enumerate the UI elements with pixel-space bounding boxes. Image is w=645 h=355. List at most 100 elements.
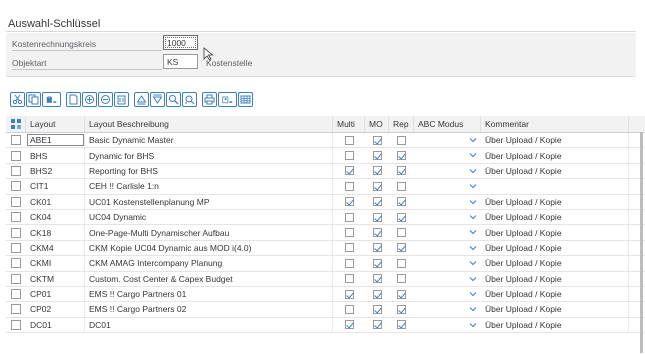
abc-mode-dropdown[interactable] bbox=[414, 287, 481, 301]
row-select-checkbox[interactable] bbox=[11, 150, 21, 161]
find-icon[interactable] bbox=[166, 92, 181, 107]
column-header-multi[interactable]: Multi bbox=[333, 116, 365, 132]
row-select-checkbox[interactable] bbox=[11, 319, 21, 330]
layout-cell[interactable]: BHS2 bbox=[26, 163, 85, 179]
mo-checkbox[interactable] bbox=[372, 212, 382, 222]
mo-checkbox[interactable] bbox=[372, 258, 382, 268]
abc-mode-dropdown[interactable] bbox=[414, 179, 481, 193]
multi-checkbox[interactable] bbox=[344, 166, 354, 176]
vertical-scrollbar[interactable] bbox=[640, 132, 643, 353]
rep-checkbox[interactable] bbox=[397, 181, 406, 191]
multi-checkbox[interactable] bbox=[344, 212, 354, 222]
abc-mode-dropdown[interactable] bbox=[414, 272, 481, 286]
layout-cell[interactable]: CP01 bbox=[26, 286, 85, 302]
comment-cell[interactable]: Über Upload / Kopie bbox=[481, 133, 629, 148]
comment-cell[interactable]: Über Upload / Kopie bbox=[481, 240, 629, 256]
multi-checkbox[interactable] bbox=[344, 151, 354, 161]
layout-cell[interactable]: CK01 bbox=[26, 194, 85, 209]
mo-checkbox[interactable] bbox=[372, 289, 382, 299]
multi-checkbox[interactable] bbox=[344, 197, 354, 207]
comment-cell[interactable]: Über Upload / Kopie bbox=[481, 148, 629, 163]
layout-cell[interactable]: CP02 bbox=[26, 302, 85, 317]
table-row[interactable]: CP02 EMS !! Cargo Partners 02 Über Upload … bbox=[6, 302, 645, 318]
mo-checkbox[interactable] bbox=[372, 197, 382, 207]
row-select-checkbox[interactable] bbox=[11, 181, 21, 192]
rep-checkbox[interactable] bbox=[397, 228, 406, 238]
description-cell[interactable]: Dynamic for BHS bbox=[85, 148, 333, 163]
table-row[interactable]: CKMI CKM AMAG Intercompany Planung Über Up… bbox=[6, 256, 645, 272]
mo-checkbox[interactable] bbox=[372, 228, 382, 238]
copy-icon[interactable] bbox=[26, 92, 41, 107]
description-cell[interactable]: CEH !! Carlisle 1:n bbox=[85, 179, 333, 194]
insert-row-icon[interactable] bbox=[98, 92, 113, 107]
layout-cell[interactable]: CKTM bbox=[26, 271, 85, 286]
layout-cell[interactable]: CKMI bbox=[26, 256, 85, 271]
layout-cell[interactable]: ABE1 bbox=[26, 133, 85, 148]
layout-cell[interactable]: CKM4 bbox=[26, 240, 85, 256]
comment-cell[interactable]: Über Upload / Kopie bbox=[481, 256, 629, 271]
description-cell[interactable]: DC01 bbox=[85, 317, 333, 333]
row-select-checkbox[interactable] bbox=[11, 196, 21, 207]
table-row[interactable]: CP01 EMS !! Cargo Partners 01 Über Upload … bbox=[6, 286, 645, 303]
description-cell[interactable]: EMS !! Cargo Partners 02 bbox=[85, 302, 333, 317]
column-header-description[interactable]: Layout Beschreibung bbox=[85, 116, 333, 132]
mo-checkbox[interactable] bbox=[372, 320, 382, 330]
rep-checkbox[interactable] bbox=[397, 197, 406, 207]
row-select-checkbox[interactable] bbox=[11, 304, 21, 315]
rep-checkbox[interactable] bbox=[397, 212, 406, 222]
table-row[interactable]: CKM4 CKM Kopie UC04 Dynamic aus MOD i(4.0… bbox=[6, 240, 645, 257]
multi-checkbox[interactable] bbox=[344, 228, 354, 238]
multi-checkbox[interactable] bbox=[344, 258, 354, 268]
layout-cell[interactable]: CK04 bbox=[26, 209, 85, 225]
comment-cell[interactable]: Über Upload / Kopie bbox=[481, 225, 629, 240]
multi-checkbox[interactable] bbox=[344, 320, 354, 330]
table-row[interactable]: CKTM Custom. Cost Center & Capex Budget Üb… bbox=[6, 271, 645, 287]
table-row[interactable]: BHS Dynamic for BHS Über Upload / Kopie bbox=[6, 148, 645, 164]
table-row[interactable]: ABE1 Basic Dynamic Master Über Upload / Ko… bbox=[6, 133, 645, 149]
export-icon[interactable] bbox=[218, 92, 237, 107]
table-row[interactable]: BHS2 Reporting for BHS Über Upload / Kopie bbox=[6, 163, 645, 180]
rep-checkbox[interactable] bbox=[397, 166, 406, 176]
mo-checkbox[interactable] bbox=[372, 181, 382, 191]
rep-checkbox[interactable] bbox=[397, 304, 406, 314]
comment-cell[interactable]: Über Upload / Kopie bbox=[481, 163, 629, 179]
layout-cell[interactable]: DC01 bbox=[26, 317, 85, 333]
description-cell[interactable]: Reporting for BHS bbox=[85, 163, 333, 179]
mo-checkbox[interactable] bbox=[372, 274, 382, 284]
rep-checkbox[interactable] bbox=[397, 274, 406, 284]
rep-checkbox[interactable] bbox=[397, 258, 406, 268]
row-select-checkbox[interactable] bbox=[11, 227, 21, 238]
comment-cell[interactable] bbox=[481, 179, 629, 194]
row-select-checkbox[interactable] bbox=[11, 273, 21, 284]
layout-cell[interactable]: CIT1 bbox=[26, 179, 85, 194]
select-all-icon[interactable] bbox=[6, 116, 26, 132]
description-cell[interactable]: Custom. Cost Center & Capex Budget bbox=[85, 271, 333, 286]
paste-icon[interactable] bbox=[42, 92, 61, 107]
rep-checkbox[interactable] bbox=[397, 289, 406, 299]
sort-ascending-icon[interactable] bbox=[134, 92, 149, 107]
row-select-checkbox[interactable] bbox=[11, 289, 21, 300]
rep-checkbox[interactable] bbox=[397, 243, 406, 253]
abc-mode-dropdown[interactable] bbox=[414, 164, 481, 178]
controlling-area-input[interactable]: 1000 bbox=[163, 35, 198, 50]
comment-cell[interactable]: Über Upload / Kopie bbox=[481, 194, 629, 209]
mo-checkbox[interactable] bbox=[372, 166, 382, 176]
layout-icon[interactable] bbox=[238, 92, 253, 107]
print-icon[interactable] bbox=[202, 92, 217, 107]
column-header-mo[interactable]: MO bbox=[365, 116, 389, 132]
table-row[interactable]: DC01 DC01 Über Upload / Kopie bbox=[6, 317, 645, 334]
mo-checkbox[interactable] bbox=[372, 135, 382, 145]
mo-checkbox[interactable] bbox=[372, 304, 382, 314]
column-header-abc-mode[interactable]: ABC Modus bbox=[414, 116, 481, 132]
rep-checkbox[interactable] bbox=[397, 135, 406, 145]
rep-checkbox[interactable] bbox=[397, 151, 406, 161]
table-row[interactable]: CK18 One-Page-Multi Dynamischer Aufbau Übe… bbox=[6, 225, 645, 241]
table-row[interactable]: CK04 UC04 Dynamic Über Upload / Kopie bbox=[6, 209, 645, 226]
sort-descending-icon[interactable] bbox=[150, 92, 165, 107]
multi-checkbox[interactable] bbox=[344, 274, 354, 284]
new-row-icon[interactable] bbox=[66, 92, 81, 107]
abc-mode-dropdown[interactable] bbox=[414, 133, 481, 147]
description-cell[interactable]: Basic Dynamic Master bbox=[85, 133, 333, 148]
comment-cell[interactable]: Über Upload / Kopie bbox=[481, 302, 629, 317]
comment-cell[interactable]: Über Upload / Kopie bbox=[481, 271, 629, 286]
